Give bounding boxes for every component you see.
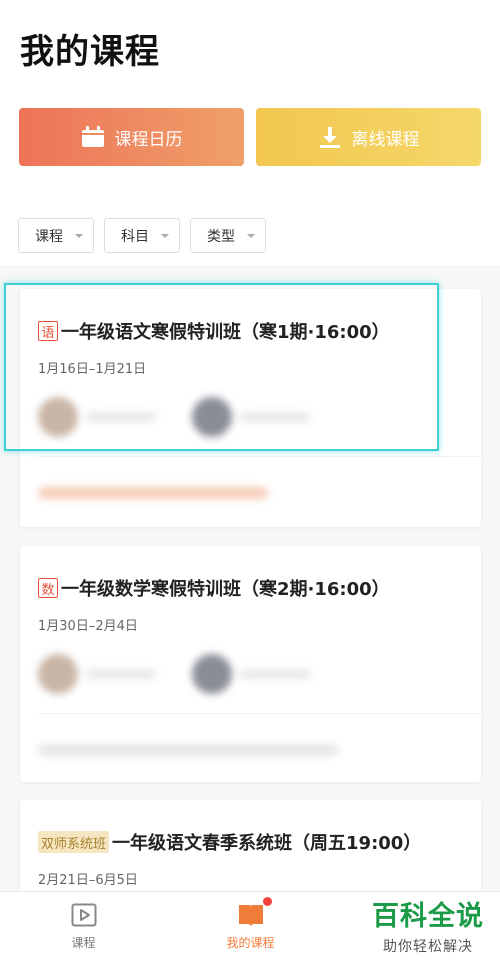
filter-course[interactable]: 课程 <box>18 218 94 253</box>
series-tag: 双师系统班 <box>38 831 110 853</box>
avatar <box>38 654 78 694</box>
notification-dot <box>262 897 272 906</box>
watermark-title: 百科全说 <box>372 901 484 932</box>
tab-my-courses-label: 我的课程 <box>226 936 275 950</box>
subject-tag: 数 <box>38 578 58 598</box>
caret-down-icon <box>161 233 169 238</box>
subject-tag: 语 <box>38 321 58 341</box>
teacher-name-blurred <box>240 669 310 679</box>
course-date: 2月21日–6月5日 <box>38 873 138 888</box>
teacher-info <box>192 397 310 437</box>
filter-type-label: 类型 <box>207 228 235 245</box>
course-date: 1月16日–1月21日 <box>38 362 147 377</box>
caret-down-icon <box>247 233 255 238</box>
teacher-name-blurred <box>86 412 156 422</box>
book-icon <box>237 897 272 928</box>
course-title-text: 一年级语文寒假特训班（寒1期·16:00） <box>61 322 390 343</box>
course-title-text: 一年级语文春季系统班（周五19:00） <box>112 833 422 854</box>
course-calendar-button[interactable]: 课程日历 <box>19 108 244 166</box>
filter-bar: 课程 科目 类型 <box>18 218 266 253</box>
avatar <box>192 397 232 437</box>
watermark-subtitle: 助你轻松解决 <box>383 939 473 955</box>
caret-down-icon <box>75 233 83 238</box>
calendar-icon <box>81 126 105 148</box>
card-divider <box>38 456 481 457</box>
offline-courses-label: 离线课程 <box>351 129 420 150</box>
course-title: 双师系统班 一年级语文春季系统班（周五19:00） <box>38 829 421 855</box>
blurred-notice <box>38 487 268 499</box>
course-title: 数 一年级数学寒假特训班（寒2期·16:00） <box>38 575 390 601</box>
course-title-text: 一年级数学寒假特训班（寒2期·16:00） <box>61 579 390 600</box>
tab-courses[interactable]: 课程 <box>0 892 167 968</box>
tab-my-courses[interactable]: 我的课程 <box>167 892 334 968</box>
watermark: 百科全说 助你轻松解决 <box>372 902 484 956</box>
teacher-info <box>38 397 156 437</box>
course-date: 1月30日–2月4日 <box>38 619 138 634</box>
teacher-name-blurred <box>86 669 156 679</box>
card-divider <box>38 713 481 714</box>
course-card[interactable]: 语 一年级语文寒假特训班（寒1期·16:00） 1月16日–1月21日 <box>20 289 481 527</box>
avatar <box>38 397 78 437</box>
filter-type[interactable]: 类型 <box>190 218 266 253</box>
tab-courses-label: 课程 <box>71 936 96 950</box>
filter-subject-label: 科目 <box>121 228 149 245</box>
teacher-info <box>38 654 156 694</box>
video-play-icon <box>70 902 98 928</box>
course-calendar-label: 课程日历 <box>114 129 183 150</box>
filter-subject[interactable]: 科目 <box>104 218 180 253</box>
avatar <box>192 654 232 694</box>
course-card[interactable]: 数 一年级数学寒假特训班（寒2期·16:00） 1月30日–2月4日 <box>20 546 481 782</box>
download-icon <box>318 126 342 148</box>
blurred-notice <box>38 744 338 756</box>
page-title: 我的课程 <box>20 32 160 72</box>
teacher-name-blurred <box>240 412 310 422</box>
teacher-info <box>192 654 310 694</box>
course-title: 语 一年级语文寒假特训班（寒1期·16:00） <box>38 318 390 344</box>
offline-courses-button[interactable]: 离线课程 <box>256 108 481 166</box>
filter-course-label: 课程 <box>35 228 63 245</box>
